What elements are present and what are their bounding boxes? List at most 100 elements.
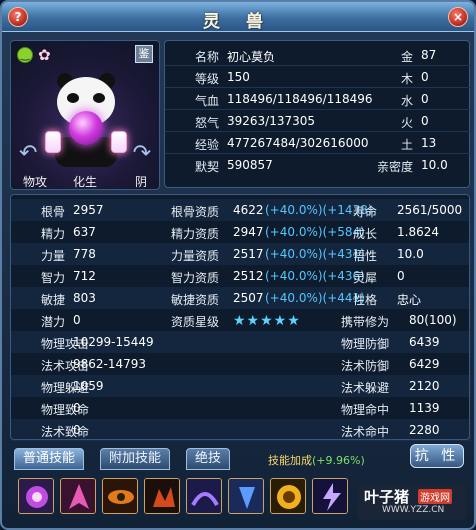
info-row: 名称 初心莫负 金 87 — [165, 45, 471, 66]
info-value: 590857 — [227, 158, 273, 172]
info-label: 经验 — [195, 138, 220, 152]
info-label: 默契 — [195, 160, 220, 174]
stat-label: 成长 — [353, 227, 378, 241]
stats-row: 物理致命 0 物理命中 1139 — [11, 397, 471, 419]
info-value: 150 — [227, 70, 250, 84]
stat-value: 10299-15449 — [73, 335, 154, 349]
skill-icon-5[interactable] — [186, 478, 222, 514]
stat-value: 80(100) — [409, 313, 457, 327]
info-label: 土 — [401, 138, 414, 152]
tab-ultimate[interactable]: 绝技 — [186, 448, 231, 470]
window-title: 灵 兽 — [203, 12, 273, 32]
stat-label: 力量资质 — [171, 249, 220, 263]
stat-value: 2507 — [233, 291, 264, 305]
info-row: 怒气 39263/137305 火 0 — [165, 111, 471, 132]
stat-value: 0 — [73, 313, 81, 327]
rotate-right-icon[interactable]: ↷ — [133, 141, 151, 166]
pet-info-panel: 名称 初心莫负 金 87 等级 150 木 0 气血 118496/118496… — [164, 40, 471, 188]
pet-name-value: 初心莫负 — [227, 50, 276, 64]
skill-icon-2[interactable] — [60, 478, 96, 514]
stat-label: 法术躲避 — [341, 381, 390, 395]
info-value: 0 — [421, 92, 429, 106]
watermark-tag: 游戏网 — [418, 489, 452, 504]
attack-type-label: 物攻 — [23, 175, 48, 189]
info-label: 等级 — [195, 72, 220, 86]
tab-extra-skills[interactable]: 附加技能 — [100, 448, 171, 470]
stat-value: 6429 — [409, 357, 440, 371]
stats-row: 精力 637 精力资质 2947 (+40.0%)(+584) 成长 1.8624 — [11, 221, 471, 243]
stat-value: 637 — [73, 225, 96, 239]
skill-icon-8[interactable] — [312, 478, 348, 514]
stat-label: 悟性 — [353, 249, 378, 263]
panda-eye-right — [93, 93, 105, 103]
skill-icon-7[interactable] — [270, 478, 306, 514]
stat-value: 2120 — [409, 379, 440, 393]
stat-value: 803 — [73, 291, 96, 305]
stat-value: 6439 — [409, 335, 440, 349]
skill-icon-4[interactable] — [144, 478, 180, 514]
skill-icon-1[interactable] — [18, 478, 54, 514]
stat-value: (+40.0%)(+441) — [265, 291, 365, 305]
stat-value: 2512 — [233, 269, 264, 283]
element-label: 阴 — [135, 175, 148, 189]
stat-label: 法术防御 — [341, 359, 390, 373]
stat-label: 根骨资质 — [171, 205, 220, 219]
skill-icon-6[interactable] — [228, 478, 264, 514]
magic-orb — [69, 111, 103, 145]
info-value: 10.0 — [421, 158, 448, 172]
info-value: 39263/137305 — [227, 114, 316, 128]
stat-label: 敏捷资质 — [171, 293, 220, 307]
info-value: 0 — [421, 70, 429, 84]
site-watermark: 叶子猪 游戏网 WWW.YZZ.CN — [358, 484, 466, 520]
stat-value: 2517 — [233, 247, 264, 261]
stat-value: 9862-14793 — [73, 357, 147, 371]
rotate-left-icon[interactable]: ↶ — [19, 141, 37, 166]
skill-bonus-value: (+9.96%) — [312, 454, 365, 467]
stats-row: 物理躲避 1059 法术躲避 2120 — [11, 375, 471, 397]
info-row: 经验 477267484/302616000 土 13 — [165, 133, 471, 154]
stat-label: 潜力 — [41, 315, 66, 329]
stat-value: 2280 — [409, 423, 440, 437]
appraise-button[interactable]: 鉴 — [135, 45, 153, 63]
pet-portrait: ‿ ✿ 鉴 ↶ ↷ 物攻 化生 阴 — [10, 40, 160, 190]
stat-label: 法术致命 — [41, 425, 90, 439]
stat-label: 力量 — [41, 249, 66, 263]
info-row: 气血 118496/118496/118496 水 0 — [165, 89, 471, 110]
skill-icons-row: 叶子猪 游戏网 WWW.YZZ.CN — [14, 474, 470, 524]
skill-icon-3[interactable] — [102, 478, 138, 514]
panda-eye-left — [67, 93, 79, 103]
stat-label: 物理致命 — [41, 403, 90, 417]
resistance-button[interactable]: 抗 性 — [410, 444, 464, 468]
info-value: 87 — [421, 48, 437, 62]
stat-value: ★★★★★ — [233, 313, 301, 329]
info-label: 怒气 — [195, 116, 220, 130]
info-row: 等级 150 木 0 — [165, 67, 471, 88]
flower-icon: ✿ — [38, 46, 51, 64]
stats-row: 法术致命 0 法术命中 2280 — [11, 419, 471, 441]
title-bar[interactable]: ? 灵 兽 × — [2, 2, 474, 32]
stat-label: 精力 — [41, 227, 66, 241]
stat-value: (+40.0%)(+431) — [265, 247, 365, 261]
info-value: 13 — [421, 136, 437, 150]
stat-value: 2561/5000 — [397, 203, 463, 217]
mood-icon[interactable]: ‿ — [17, 47, 33, 63]
info-label: 金 — [401, 50, 414, 64]
close-button[interactable]: × — [448, 7, 468, 27]
stat-label: 法术命中 — [341, 425, 390, 439]
watermark-url: WWW.YZZ.CN — [382, 505, 445, 515]
lantern-right — [111, 131, 127, 153]
stat-value: 1059 — [73, 379, 104, 393]
info-label: 木 — [401, 72, 414, 86]
stat-value: (+40.0%)(+584) — [265, 225, 365, 239]
stat-value: 2947 — [233, 225, 264, 239]
stat-label: 灵犀 — [353, 271, 378, 285]
stat-value: 778 — [73, 247, 96, 261]
stat-label: 寿命 — [353, 205, 378, 219]
stat-label: 根骨 — [41, 205, 66, 219]
tab-normal-skills[interactable]: 普通技能 — [14, 448, 85, 470]
watermark-name: 叶子猪 — [364, 488, 410, 506]
skill-bonus: 技能加成(+9.96%) — [268, 452, 365, 468]
info-label: 气血 — [195, 94, 220, 108]
stat-label: 资质星级 — [171, 315, 220, 329]
stats-row: 法术攻击 9862-14793 法术防御 6429 — [11, 353, 471, 375]
